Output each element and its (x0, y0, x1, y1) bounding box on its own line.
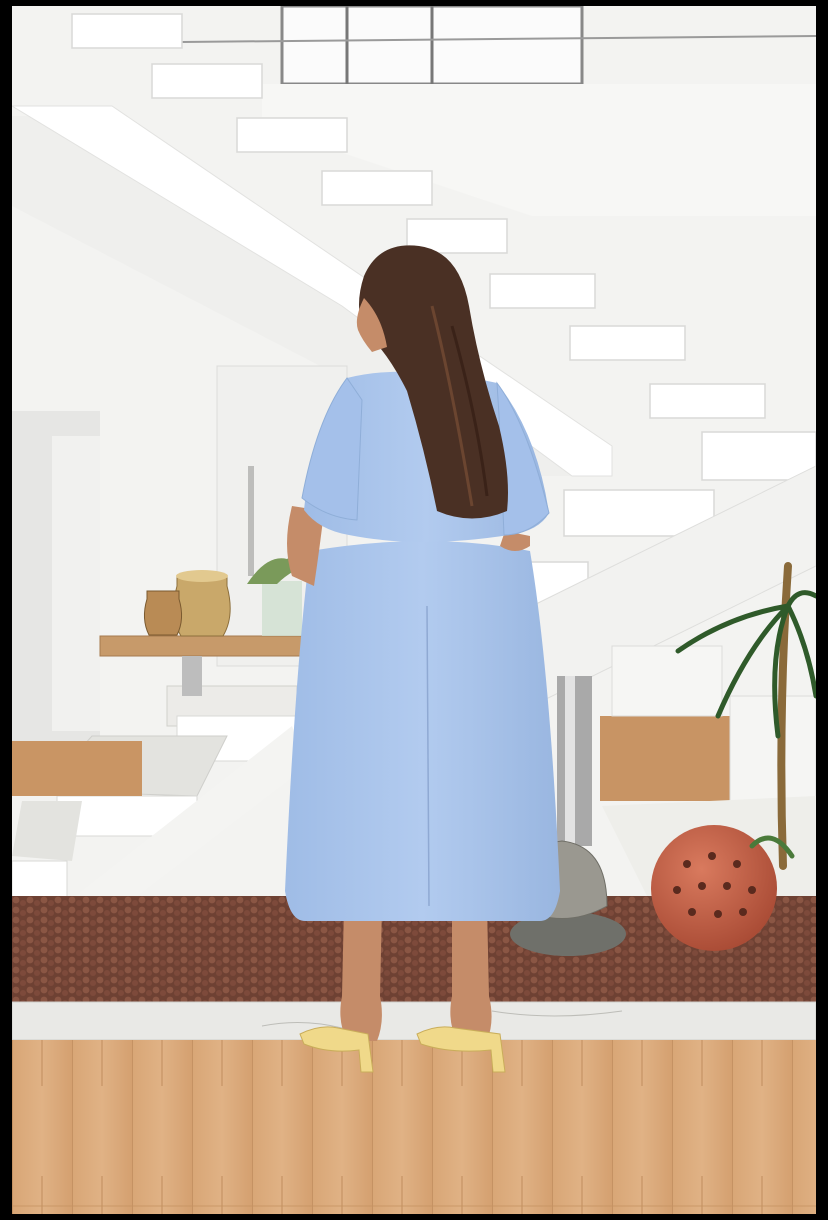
photo-scene (12, 6, 816, 1214)
photo (12, 6, 816, 1214)
dress-skirt (285, 541, 560, 921)
wood-floor (12, 1040, 816, 1214)
black-frame (0, 0, 828, 1220)
marble-threshold (12, 1001, 816, 1041)
left-leg (340, 906, 382, 1041)
right-leg (450, 906, 492, 1041)
console-table (99, 635, 306, 657)
